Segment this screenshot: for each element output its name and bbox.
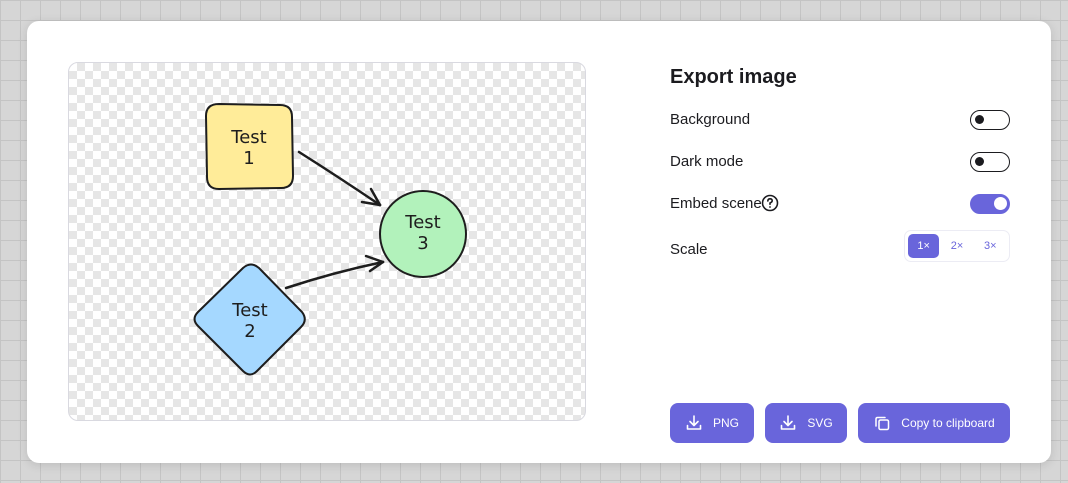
embed-scene-label: Embed scene	[670, 195, 762, 212]
background-label: Background	[670, 111, 751, 128]
shape-1-label-line1: Test	[230, 127, 266, 148]
shape-2-label-line2: 2	[244, 321, 255, 342]
arrow-2-to-3	[284, 254, 385, 290]
preview-canvas: Test 1 Test 2 Test 3	[193, 102, 467, 376]
export-png-label: PNG	[712, 416, 739, 430]
shape-test-2: Test 2	[193, 263, 306, 376]
shape-3-label-line2: 3	[417, 233, 428, 254]
download-icon	[686, 415, 702, 430]
scale-label: Scale	[670, 241, 708, 258]
question-circle-icon[interactable]	[760, 193, 780, 213]
scale-1x-button[interactable]: 1×	[908, 234, 940, 258]
copy-to-clipboard-label: Copy to clipboard	[901, 416, 995, 430]
embed-scene-option: Embed scene	[670, 192, 1010, 216]
download-icon	[781, 415, 796, 430]
export-svg-button[interactable]: SVG	[765, 403, 847, 443]
dark-mode-label: Dark mode	[670, 153, 744, 170]
copy-to-clipboard-button[interactable]: Copy to clipboard	[858, 403, 1010, 443]
shape-test-3: Test 3	[379, 190, 467, 278]
background-toggle[interactable]	[970, 110, 1010, 130]
scale-option: Scale 1× 2× 3×	[670, 230, 1010, 262]
shape-2-label-line1: Test	[231, 300, 267, 321]
scale-3x-button[interactable]: 3×	[975, 234, 1006, 258]
shape-3-label-line1: Test	[404, 212, 440, 233]
shape-1-label-line2: 1	[243, 148, 254, 169]
scale-selector: 1× 2× 3×	[904, 230, 1010, 262]
arrow-1-to-3	[297, 150, 382, 207]
dialog-title: Export image	[670, 66, 797, 88]
copy-icon	[875, 416, 890, 431]
embed-scene-toggle[interactable]	[970, 194, 1010, 214]
background-option: Background	[670, 108, 1010, 132]
export-dialog: Test 1 Test 2 Test 3 Export image Backgr…	[27, 21, 1051, 463]
dark-mode-toggle[interactable]	[970, 152, 1010, 172]
export-png-button[interactable]: PNG	[670, 403, 754, 443]
export-preview: Test 1 Test 2 Test 3	[68, 62, 586, 421]
export-settings-panel: Export image Background Dark mode Embed …	[670, 62, 1010, 443]
shape-test-1: Test 1	[204, 102, 295, 191]
scale-2x-button[interactable]: 2×	[941, 234, 972, 258]
dark-mode-option: Dark mode	[670, 150, 1010, 174]
export-svg-label: SVG	[807, 416, 833, 430]
